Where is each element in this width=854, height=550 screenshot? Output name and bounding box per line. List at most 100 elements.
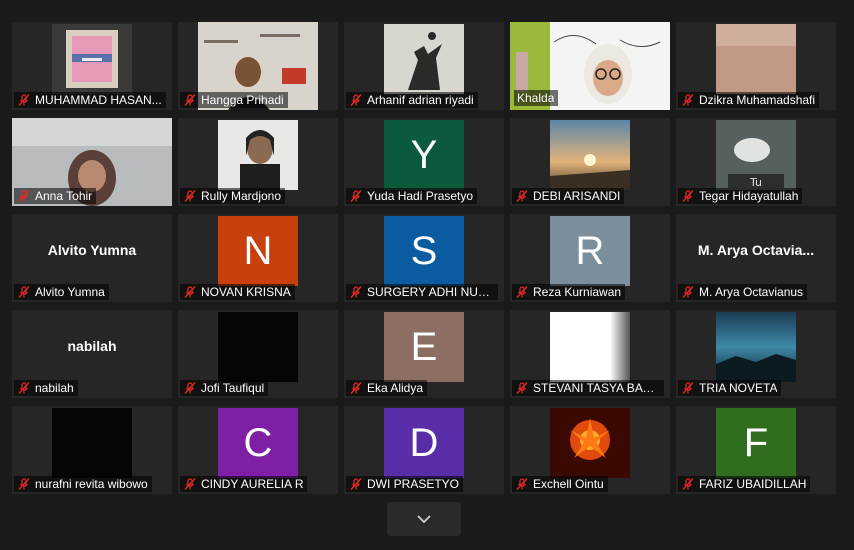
participant-name-label: Jofi Taufiqul <box>180 380 269 396</box>
participant-tile[interactable]: Tu Tegar Hidayatullah <box>676 118 836 206</box>
avatar: D <box>384 408 464 478</box>
participant-tile[interactable]: STEVANI TASYA BAWA... <box>510 310 670 398</box>
participant-name-label: FARIZ UBAIDILLAH <box>678 476 811 492</box>
chevron-down-icon <box>417 515 431 524</box>
participant-name: Anna Tohir <box>35 189 93 203</box>
muted-mic-icon <box>184 94 196 106</box>
participant-name: DEBI ARISANDI <box>533 189 621 203</box>
participant-tile[interactable]: TRIA NOVETA <box>676 310 836 398</box>
muted-mic-icon <box>184 286 196 298</box>
participant-name-label: MUHAMMAD HASAN... <box>14 92 166 108</box>
participant-name: nurafni revita wibowo <box>35 477 148 491</box>
participant-name-label: Dzikra Muhamadshafi <box>678 92 820 108</box>
participant-tile[interactable]: MUHAMMAD HASAN... <box>12 22 172 110</box>
avatar: C <box>218 408 298 478</box>
participant-tile[interactable]: Hangga Prihadi <box>178 22 338 110</box>
muted-mic-icon <box>350 286 362 298</box>
participant-name-label: Exchell Ointu <box>512 476 608 492</box>
participant-tile[interactable]: Dzikra Muhamadshafi <box>676 22 836 110</box>
participant-name: Alvito Yumna <box>35 285 105 299</box>
participant-name-label: NOVAN KRISNA <box>180 284 295 300</box>
participant-name-label: Alvito Yumna <box>14 284 109 300</box>
participant-name-label: TRIA NOVETA <box>678 380 782 396</box>
participant-tile[interactable]: Alvito Yumna Alvito Yumna <box>12 214 172 302</box>
muted-mic-icon <box>18 94 30 106</box>
participant-name-label: Yuda Hadi Prasetyo <box>346 188 478 204</box>
participant-tile[interactable]: C CINDY AURELIA R <box>178 406 338 494</box>
participant-tile[interactable]: E Eka Alidya <box>344 310 504 398</box>
participant-tile[interactable]: Anna Tohir <box>12 118 172 206</box>
participant-name: SURGERY ADHI NUG... <box>367 285 494 299</box>
participant-tile[interactable]: Y Yuda Hadi Prasetyo <box>344 118 504 206</box>
participant-name: MUHAMMAD HASAN... <box>35 93 162 107</box>
muted-mic-icon <box>682 382 694 394</box>
participant-name: CINDY AURELIA R <box>201 477 304 491</box>
participant-name: Eka Alidya <box>367 381 424 395</box>
muted-mic-icon <box>350 478 362 490</box>
participant-name: Hangga Prihadi <box>201 93 284 107</box>
muted-mic-icon <box>350 94 362 106</box>
participant-tile[interactable]: DEBI ARISANDI <box>510 118 670 206</box>
participant-display-name: M. Arya Octavia... <box>697 242 815 258</box>
muted-mic-icon <box>516 382 528 394</box>
muted-mic-icon <box>184 478 196 490</box>
participant-tile[interactable]: Jofi Taufiqul <box>178 310 338 398</box>
participant-name-label: Khalda <box>514 90 559 106</box>
participant-name: Dzikra Muhamadshafi <box>699 93 816 107</box>
muted-mic-icon <box>682 94 694 106</box>
next-page-button[interactable] <box>387 502 461 536</box>
muted-mic-icon <box>350 382 362 394</box>
avatar: E <box>384 312 464 382</box>
muted-mic-icon <box>682 286 694 298</box>
participant-tile[interactable]: Rully Mardjono <box>178 118 338 206</box>
participant-name-label: nabilah <box>14 380 78 396</box>
participant-name: Exchell Ointu <box>533 477 604 491</box>
muted-mic-icon <box>18 382 30 394</box>
participant-name: TRIA NOVETA <box>699 381 778 395</box>
avatar: R <box>550 216 630 286</box>
participant-name: FARIZ UBAIDILLAH <box>699 477 807 491</box>
participant-tile[interactable]: R Reza Kurniawan <box>510 214 670 302</box>
video-gallery: MUHAMMAD HASAN... Hangga Prihadi Arhanif… <box>12 22 836 494</box>
muted-mic-icon <box>18 478 30 490</box>
participant-name-label: Anna Tohir <box>14 188 97 204</box>
participant-name: STEVANI TASYA BAWA... <box>533 381 660 395</box>
participant-name-label: Tegar Hidayatullah <box>678 188 803 204</box>
muted-mic-icon <box>516 286 528 298</box>
participant-name: Arhanif adrian riyadi <box>367 93 474 107</box>
muted-mic-icon <box>682 478 694 490</box>
muted-mic-icon <box>350 190 362 202</box>
participant-tile[interactable]: D DWI PRASETYO <box>344 406 504 494</box>
participant-name-label: Rully Mardjono <box>180 188 286 204</box>
participant-tile[interactable]: Exchell Ointu <box>510 406 670 494</box>
participant-tile[interactable]: S SURGERY ADHI NUG... <box>344 214 504 302</box>
avatar: Y <box>384 120 464 190</box>
muted-mic-icon <box>516 478 528 490</box>
participant-tile[interactable]: Khalda <box>510 22 670 110</box>
muted-mic-icon <box>18 190 30 202</box>
participant-tile[interactable]: N NOVAN KRISNA <box>178 214 338 302</box>
participant-tile[interactable]: nurafni revita wibowo <box>12 406 172 494</box>
avatar: N <box>218 216 298 286</box>
participant-name-label: Eka Alidya <box>346 380 428 396</box>
participant-tile[interactable]: Arhanif adrian riyadi <box>344 22 504 110</box>
participant-name: Rully Mardjono <box>201 189 282 203</box>
participant-name-label: STEVANI TASYA BAWA... <box>512 380 664 396</box>
participant-name: nabilah <box>35 381 74 395</box>
participant-name: M. Arya Octavianus <box>699 285 804 299</box>
participant-name: Tegar Hidayatullah <box>699 189 799 203</box>
participant-tile[interactable]: M. Arya Octavia... M. Arya Octavianus <box>676 214 836 302</box>
participant-name-label: Reza Kurniawan <box>512 284 626 300</box>
participant-name: Khalda <box>517 91 555 105</box>
participant-tile[interactable]: nabilah nabilah <box>12 310 172 398</box>
participant-display-name: Alvito Yumna <box>47 242 137 258</box>
muted-mic-icon <box>184 190 196 202</box>
participant-tile[interactable]: F FARIZ UBAIDILLAH <box>676 406 836 494</box>
participant-name: DWI PRASETYO <box>367 477 460 491</box>
muted-mic-icon <box>682 190 694 202</box>
avatar: S <box>384 216 464 286</box>
participant-name-label: Arhanif adrian riyadi <box>346 92 478 108</box>
muted-mic-icon <box>18 286 30 298</box>
participant-name: NOVAN KRISNA <box>201 285 291 299</box>
muted-mic-icon <box>184 382 196 394</box>
